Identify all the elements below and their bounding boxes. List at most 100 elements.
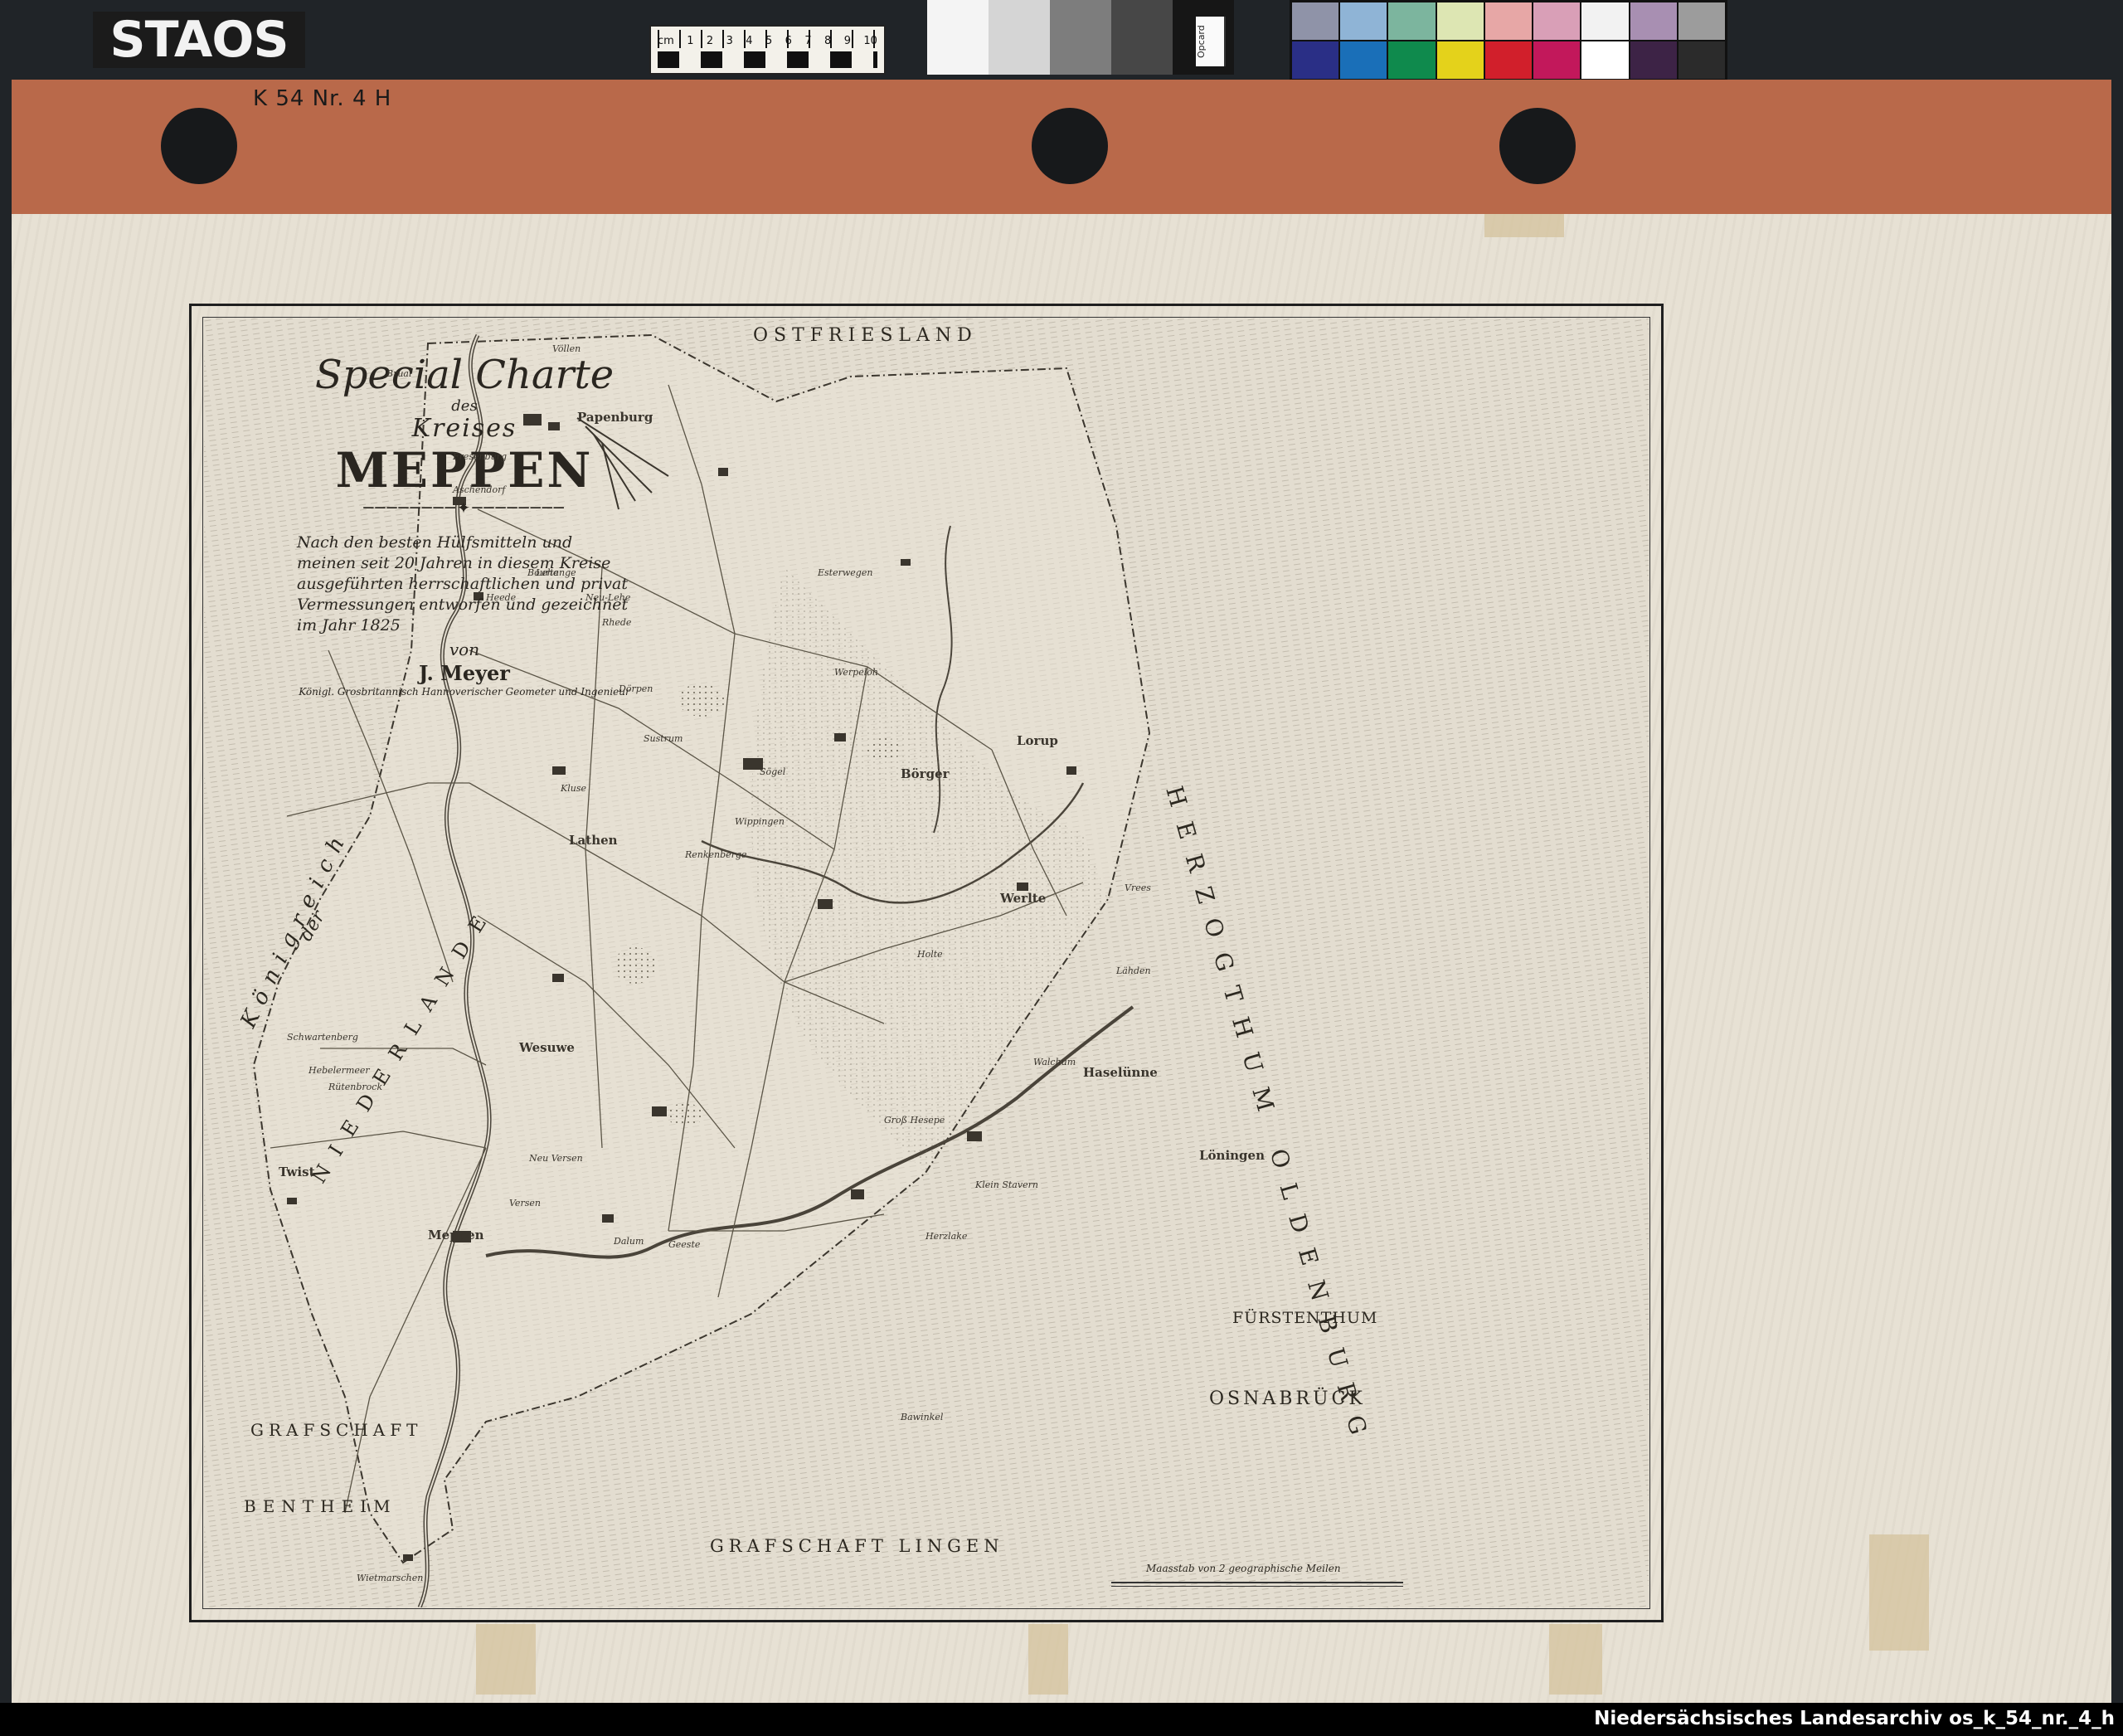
place-label: Lorup bbox=[1017, 733, 1058, 748]
tape-bottom-left bbox=[476, 1624, 536, 1695]
place-label: Wietmarschen bbox=[357, 1573, 424, 1583]
place-label: Herzlake bbox=[925, 1231, 968, 1242]
cm-number: 10 bbox=[863, 35, 877, 47]
place-label: Neu Versen bbox=[529, 1153, 583, 1164]
place-label: Werpeloh bbox=[834, 667, 878, 678]
archive-scan: STAOS cm 1 2 3 4 5 6 7 8 9 10 Opcard K 54 Nr. 4 H bbox=[0, 0, 2123, 1736]
cm-number: 8 bbox=[824, 35, 832, 47]
scale-line bbox=[1111, 1582, 1403, 1587]
place-label: Dalum bbox=[614, 1236, 644, 1247]
gray-step bbox=[1111, 0, 1173, 75]
place-label: Lähden bbox=[1116, 965, 1151, 976]
place-label: Kluse bbox=[561, 783, 586, 794]
punch-hole-middle bbox=[1032, 108, 1108, 184]
title-von: von bbox=[449, 639, 480, 659]
place-label: Wesuwe bbox=[519, 1040, 575, 1055]
place-label: Wippingen bbox=[735, 816, 785, 827]
place-label: Heede bbox=[486, 592, 517, 603]
place-label: Fresenburg bbox=[453, 451, 508, 462]
place-label: Geeste bbox=[668, 1239, 701, 1250]
color-calibration-card bbox=[1290, 0, 1727, 81]
cm-number: 6 bbox=[785, 35, 792, 47]
punch-hole-right bbox=[1499, 108, 1576, 184]
color-patch bbox=[1388, 2, 1436, 40]
color-patch bbox=[1340, 41, 1387, 79]
color-patch bbox=[1388, 41, 1436, 79]
gray-calibration-card: Opcard bbox=[927, 0, 1234, 75]
cm-number: 2 bbox=[706, 35, 714, 47]
color-patch bbox=[1533, 2, 1581, 40]
scale-numbers: cm 1 2 3 4 5 6 7 8 9 10 bbox=[658, 35, 877, 47]
cm-number: 4 bbox=[746, 35, 753, 47]
color-patch bbox=[1484, 2, 1533, 40]
archive-footer-text: Niedersächsisches Landesarchiv os_k_54_n… bbox=[1594, 1708, 2115, 1729]
cm-number: 1 bbox=[687, 35, 694, 47]
color-patch bbox=[1581, 2, 1629, 40]
place-label: Papenburg bbox=[577, 410, 653, 425]
place-label: Sustrum bbox=[644, 733, 683, 744]
color-patch bbox=[1436, 41, 1484, 79]
map-description: Nach den besten Hülfsmitteln und meinen … bbox=[297, 533, 629, 635]
place-label: Holte bbox=[917, 949, 943, 960]
color-patch bbox=[1436, 2, 1484, 40]
place-label: Hebelermeer bbox=[308, 1065, 370, 1076]
color-patch bbox=[1678, 2, 1725, 40]
region-fuerstenthum: FÜRSTENTHUM bbox=[1232, 1309, 1378, 1327]
place-label: Börger bbox=[901, 766, 950, 781]
color-patch bbox=[1581, 41, 1629, 79]
tape-right-edge bbox=[1869, 1534, 1929, 1651]
place-label: Dörpen bbox=[619, 683, 653, 694]
place-label: Groß Hesepe bbox=[884, 1115, 945, 1126]
place-label: Schwartenberg bbox=[287, 1032, 358, 1043]
centimeter-scale: cm 1 2 3 4 5 6 7 8 9 10 bbox=[649, 25, 886, 75]
scale-caption: Maasstab von 2 geographische Meilen bbox=[1146, 1563, 1341, 1574]
historic-map: Special Charte des Kreises MEPPEN ──────… bbox=[204, 319, 1649, 1607]
color-patch bbox=[1678, 41, 1725, 79]
gray-step bbox=[1050, 0, 1111, 75]
region-osnabrueck: OSNABRÜCK bbox=[1209, 1388, 1366, 1409]
scale-bar bbox=[658, 51, 877, 68]
region-grafschaft-lingen: GRAFSCHAFT LINGEN bbox=[710, 1536, 1004, 1556]
map-title-cartouche: Special Charte des Kreises MEPPEN ──────… bbox=[274, 352, 655, 698]
region-ostfriesland: OSTFRIESLAND bbox=[753, 325, 978, 346]
place-label: Versen bbox=[509, 1198, 541, 1208]
color-patch bbox=[1484, 41, 1533, 79]
place-label: Haselünne bbox=[1083, 1065, 1158, 1080]
tape-top bbox=[1484, 214, 1564, 237]
cm-unit: cm bbox=[658, 35, 674, 47]
cm-number: 3 bbox=[726, 35, 733, 47]
region-grafschaft-bentheim-2: BENTHEIM bbox=[244, 1496, 397, 1516]
place-label: Lathen bbox=[569, 833, 618, 848]
tape-bottom-middle bbox=[1028, 1624, 1068, 1695]
place-label: Bawinkel bbox=[901, 1412, 944, 1422]
color-patch bbox=[1292, 2, 1339, 40]
place-label: Klein Stavern bbox=[975, 1179, 1038, 1190]
gray-card-label: Opcard bbox=[1196, 17, 1226, 66]
color-patch bbox=[1630, 41, 1677, 79]
cm-number: 9 bbox=[843, 35, 851, 47]
place-label: Brual bbox=[386, 368, 412, 379]
author-role: Königl. Grosbritannisch Hannoverischer G… bbox=[299, 686, 630, 698]
place-label: Rütenbrock bbox=[328, 1082, 383, 1092]
cm-number: 7 bbox=[804, 35, 812, 47]
place-label: Neu-Lehe bbox=[585, 592, 631, 603]
gray-step bbox=[989, 0, 1050, 75]
gray-step bbox=[927, 0, 989, 75]
place-label: Völlen bbox=[552, 343, 581, 354]
place-label: Meppen bbox=[428, 1228, 484, 1242]
color-patch bbox=[1340, 2, 1387, 40]
cm-number: 5 bbox=[765, 35, 773, 47]
place-label: Esterwegen bbox=[818, 567, 873, 578]
color-patch bbox=[1630, 2, 1677, 40]
punch-hole-left bbox=[161, 108, 237, 184]
place-label: Löningen bbox=[1199, 1148, 1265, 1163]
region-grafschaft-bentheim-1: GRAFSCHAFT bbox=[250, 1420, 423, 1440]
staos-logo: STAOS bbox=[93, 11, 305, 69]
place-label: Sögel bbox=[760, 766, 786, 777]
place-label: Vrees bbox=[1125, 883, 1151, 893]
place-label: Renkenberge bbox=[685, 849, 747, 860]
color-patch bbox=[1533, 41, 1581, 79]
place-label: Aschendorf bbox=[453, 484, 506, 495]
map-author: J. Meyer bbox=[419, 661, 510, 685]
place-label: Walchum bbox=[1033, 1057, 1076, 1067]
